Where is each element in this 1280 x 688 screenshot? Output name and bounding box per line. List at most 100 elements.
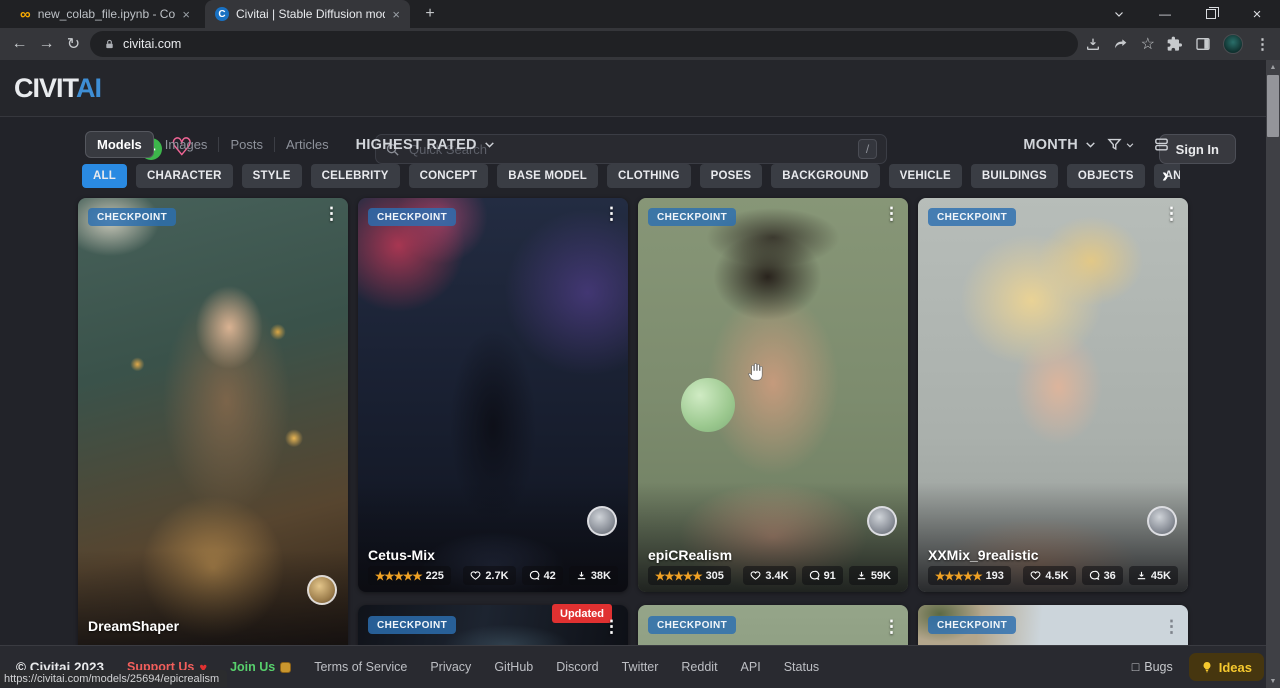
privacy-link[interactable]: Privacy xyxy=(430,660,471,674)
chevron-down-icon xyxy=(1084,138,1097,151)
comment-icon xyxy=(1089,570,1100,581)
card-menu-icon[interactable]: ⋮ xyxy=(883,204,900,224)
chip-concept[interactable]: CONCEPT xyxy=(409,164,489,188)
browser-menu-icon[interactable]: ⋮ xyxy=(1255,35,1270,53)
civitai-logo[interactable]: CIVITAI xyxy=(14,73,101,104)
card-stats: ★★★★★ 193 4.5K 36 45K xyxy=(928,566,1178,585)
sign-in-button[interactable]: Sign In xyxy=(1159,134,1236,164)
model-card-xxmix-9realistic[interactable]: CHECKPOINT ⋮ XXMix_9realistic ★★★★★ 193 … xyxy=(918,198,1188,592)
creator-avatar[interactable] xyxy=(867,506,897,536)
bugs-link[interactable]: □ Bugs xyxy=(1132,660,1173,674)
chip-buildings[interactable]: BUILDINGS xyxy=(971,164,1058,188)
side-panel-icon[interactable] xyxy=(1195,36,1211,52)
twitter-link[interactable]: Twitter xyxy=(622,660,659,674)
share-icon[interactable] xyxy=(1113,36,1129,52)
bubble-gum-detail xyxy=(681,378,735,432)
tab-articles[interactable]: Articles xyxy=(275,132,340,157)
model-card-dreamshaper[interactable]: CHECKPOINT ⋮ DreamShaper xyxy=(78,198,348,660)
card-menu-icon[interactable]: ⋮ xyxy=(883,617,900,637)
scrollbar[interactable]: ▲ ▼ xyxy=(1266,60,1280,688)
tab-search-chevron-icon[interactable] xyxy=(1096,0,1142,28)
downloads-pill: 59K xyxy=(849,566,898,585)
model-title: XXMix_9realistic xyxy=(928,547,1039,563)
downloads-pill: 45K xyxy=(1129,566,1178,585)
creator-avatar[interactable] xyxy=(1147,506,1177,536)
download-icon xyxy=(576,570,587,581)
sort-label: HIGHEST RATED xyxy=(356,137,477,153)
heart-icon xyxy=(750,570,761,581)
status-link[interactable]: Status xyxy=(784,660,819,674)
close-window-button[interactable]: × xyxy=(1234,0,1280,28)
card-menu-icon[interactable]: ⋮ xyxy=(323,204,340,224)
model-type-badge: CHECKPOINT xyxy=(88,208,176,226)
rating-count: 193 xyxy=(986,570,1004,582)
chips-scroll-right-icon[interactable]: › xyxy=(1162,164,1169,188)
layout-toggle-icon[interactable] xyxy=(1153,136,1170,153)
period-dropdown[interactable]: MONTH xyxy=(1023,137,1097,153)
chip-objects[interactable]: OBJECTS xyxy=(1067,164,1145,188)
join-us-link[interactable]: Join Us xyxy=(230,660,291,674)
ideas-button[interactable]: Ideas xyxy=(1189,653,1264,681)
extensions-puzzle-icon[interactable] xyxy=(1167,36,1183,52)
comments-count: 91 xyxy=(824,570,836,582)
url-text: civitai.com xyxy=(123,37,181,51)
tab-models[interactable]: Models xyxy=(85,131,154,158)
chip-character[interactable]: CHARACTER xyxy=(136,164,233,188)
heart-icon xyxy=(470,570,481,581)
model-card-epicrealism[interactable]: CHECKPOINT ⋮ epiCRealism ★★★★★ 305 3.4K … xyxy=(638,198,908,592)
chip-style[interactable]: STYLE xyxy=(242,164,302,188)
forward-button[interactable]: → xyxy=(33,35,60,53)
terms-link[interactable]: Terms of Service xyxy=(314,660,407,674)
close-icon[interactable]: × xyxy=(392,7,400,22)
likes-count: 2.7K xyxy=(485,570,508,582)
new-tab-button[interactable]: + xyxy=(418,3,442,25)
filter-dropdown[interactable] xyxy=(1107,137,1135,152)
chip-base-model[interactable]: BASE MODEL xyxy=(497,164,598,188)
rating-pill: ★★★★★ 305 xyxy=(648,566,731,585)
likes-pill: 3.4K xyxy=(743,566,795,585)
scroll-down-icon[interactable]: ▼ xyxy=(1266,674,1280,688)
maximize-button[interactable] xyxy=(1188,0,1234,28)
browser-profile-avatar[interactable] xyxy=(1223,34,1243,54)
scroll-up-icon[interactable]: ▲ xyxy=(1266,60,1280,74)
minimize-button[interactable]: — xyxy=(1142,0,1188,28)
creator-avatar[interactable] xyxy=(307,575,337,605)
logo-civit: CIVIT xyxy=(14,73,76,103)
tab-civitai[interactable]: C Civitai | Stable Diffusion models, × xyxy=(205,0,410,28)
discord-link[interactable]: Discord xyxy=(556,660,598,674)
star-rating-icons: ★★★★★ xyxy=(375,569,422,583)
card-menu-icon[interactable]: ⋮ xyxy=(603,617,620,637)
period-label: MONTH xyxy=(1023,137,1078,153)
tab-colab[interactable]: ∞ new_colab_file.ipynb - Colaborat × xyxy=(10,0,200,28)
reddit-link[interactable]: Reddit xyxy=(681,660,717,674)
chip-poses[interactable]: POSES xyxy=(700,164,763,188)
lock-icon xyxy=(104,39,115,50)
card-menu-icon[interactable]: ⋮ xyxy=(1163,204,1180,224)
card-menu-icon[interactable]: ⋮ xyxy=(603,204,620,224)
rating-pill: ★★★★★ 225 xyxy=(368,566,451,585)
scrollbar-thumb[interactable] xyxy=(1267,75,1279,137)
model-type-badge: CHECKPOINT xyxy=(368,208,456,226)
chip-celebrity[interactable]: CELEBRITY xyxy=(311,164,400,188)
card-menu-icon[interactable]: ⋮ xyxy=(1163,617,1180,637)
bookmark-star-icon[interactable]: ☆ xyxy=(1141,34,1155,54)
chip-clothing[interactable]: CLOTHING xyxy=(607,164,691,188)
back-button[interactable]: ← xyxy=(6,35,33,53)
tab-posts[interactable]: Posts xyxy=(219,132,274,157)
chip-background[interactable]: BACKGROUND xyxy=(771,164,879,188)
model-card-cetus-mix[interactable]: CHECKPOINT ⋮ Cetus-Mix ★★★★★ 225 2.7K 42… xyxy=(358,198,628,592)
model-title: DreamShaper xyxy=(88,618,179,634)
close-icon[interactable]: × xyxy=(182,7,190,22)
download-icon[interactable] xyxy=(1085,36,1101,52)
reload-button[interactable]: ↻ xyxy=(60,34,87,54)
api-link[interactable]: API xyxy=(741,660,761,674)
chip-all[interactable]: ALL xyxy=(82,164,127,188)
downloads-count: 38K xyxy=(591,570,611,582)
url-field[interactable]: civitai.com xyxy=(90,31,1078,57)
github-link[interactable]: GitHub xyxy=(494,660,533,674)
sort-dropdown[interactable]: HIGHEST RATED xyxy=(356,137,496,153)
tab-images[interactable]: Images xyxy=(154,132,219,157)
creator-avatar[interactable] xyxy=(587,506,617,536)
chip-vehicle[interactable]: VEHICLE xyxy=(889,164,962,188)
bug-box-icon: □ xyxy=(1132,660,1140,674)
